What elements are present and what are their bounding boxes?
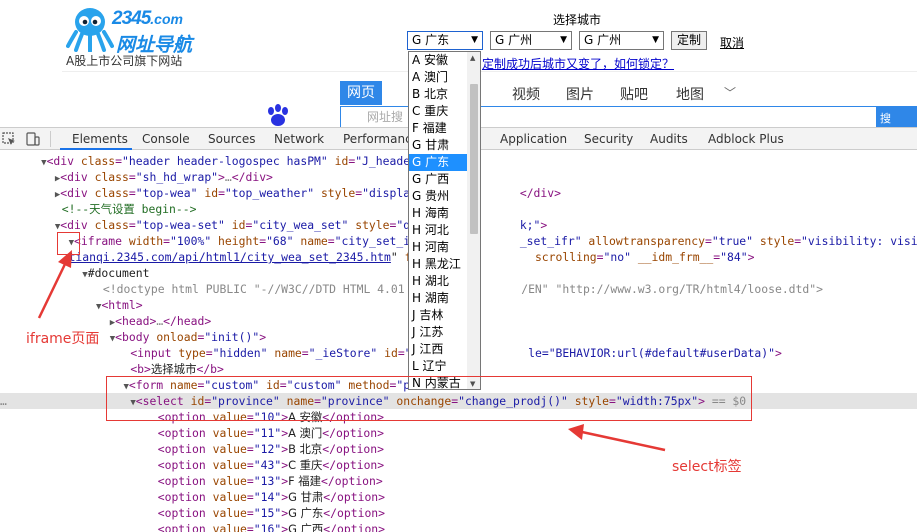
tree-line[interactable]: <option value="15">G 广东</option> bbox=[0, 505, 917, 521]
baidu-paw-icon bbox=[268, 104, 288, 126]
city-select-value: G 广州 bbox=[495, 33, 533, 47]
tree-line[interactable]: <option value="12">B 北京</option> bbox=[0, 441, 917, 457]
county-select-value: G 广州 bbox=[584, 33, 622, 47]
chevron-down-icon: ▼ bbox=[471, 35, 478, 45]
province-option[interactable]: H 海南 bbox=[409, 205, 467, 222]
toolbar-divider bbox=[50, 131, 51, 147]
select-highlight-box bbox=[106, 376, 752, 421]
tab-adblock-plus[interactable]: Adblock Plus bbox=[708, 132, 784, 146]
logo-wordmark[interactable]: 2345.com bbox=[112, 8, 183, 30]
tab-audits[interactable]: Audits bbox=[650, 132, 688, 146]
device-toolbar-icon[interactable] bbox=[26, 132, 40, 146]
chevron-down-icon: ▼ bbox=[652, 35, 659, 45]
province-option[interactable]: J 江苏 bbox=[409, 324, 467, 341]
city-select[interactable]: G 广州 ▼ bbox=[490, 31, 572, 50]
logo-domain: .com bbox=[150, 11, 183, 27]
tab-console[interactable]: Console bbox=[142, 132, 190, 146]
chevron-down-icon[interactable]: ﹀ bbox=[724, 84, 736, 101]
province-option[interactable]: H 湖北 bbox=[409, 273, 467, 290]
province-option[interactable]: L 辽宁 bbox=[409, 358, 467, 375]
chevron-down-icon: ▼ bbox=[560, 35, 567, 45]
province-dropdown-list[interactable]: A 安徽 A 澳门 B 北京 C 重庆 F 福建 G 甘肃 G 广东 G 广西 … bbox=[408, 51, 481, 390]
province-option[interactable]: G 贵州 bbox=[409, 188, 467, 205]
tab-application[interactable]: Application bbox=[500, 132, 567, 146]
cancel-link[interactable]: 取消 bbox=[720, 34, 744, 51]
province-option[interactable]: G 甘肃 bbox=[409, 137, 467, 154]
active-tab-indicator bbox=[60, 148, 132, 150]
tree-line[interactable]: <option value="43">C 重庆</option> bbox=[0, 457, 917, 473]
province-option[interactable]: A 安徽 bbox=[409, 52, 467, 69]
county-select[interactable]: G 广州 ▼ bbox=[579, 31, 664, 50]
province-option[interactable]: H 河南 bbox=[409, 239, 467, 256]
province-option[interactable]: H 湖南 bbox=[409, 290, 467, 307]
weather-city-title: 选择城市 bbox=[553, 13, 602, 27]
province-option[interactable]: F 福建 bbox=[409, 120, 467, 137]
tab-security[interactable]: Security bbox=[584, 132, 633, 146]
octopus-logo-icon bbox=[66, 8, 114, 52]
site-slogan: A股上市公司旗下网站 bbox=[66, 54, 183, 68]
province-option[interactable]: J 吉林 bbox=[409, 307, 467, 324]
nav-tab-images[interactable]: 图片 bbox=[566, 84, 594, 104]
province-option-selected[interactable]: G 广东 bbox=[409, 154, 467, 171]
nav-tab-tieba[interactable]: 贴吧 bbox=[620, 84, 648, 104]
province-option[interactable]: B 北京 bbox=[409, 86, 467, 103]
province-select-value: G 广东 bbox=[412, 33, 450, 47]
lock-city-help-link[interactable]: 定制成功后城市又变了，如何锁定？ bbox=[482, 55, 674, 72]
province-option[interactable]: H 黑龙江 bbox=[409, 256, 467, 273]
province-option[interactable]: A 澳门 bbox=[409, 69, 467, 86]
tab-network[interactable]: Network bbox=[274, 132, 324, 146]
inspect-element-icon[interactable] bbox=[2, 132, 16, 146]
set-city-button[interactable]: 定制 bbox=[671, 31, 707, 50]
province-select[interactable]: G 广东 ▼ bbox=[407, 31, 483, 50]
search-button-label: 搜 bbox=[880, 112, 891, 125]
tree-line[interactable]: <option value="13">F 福建</option> bbox=[0, 473, 917, 489]
iframe-highlight-box bbox=[57, 232, 80, 255]
scroll-up-arrow-icon[interactable]: ▲ bbox=[470, 54, 475, 62]
tree-line[interactable]: <option value="14">G 甘肃</option> bbox=[0, 489, 917, 505]
province-option[interactable]: G 广西 bbox=[409, 171, 467, 188]
nav-tab-webpage[interactable]: 网页 bbox=[340, 81, 382, 105]
province-option[interactable]: J 江西 bbox=[409, 341, 467, 358]
province-option[interactable]: C 重庆 bbox=[409, 103, 467, 120]
nav-tab-video[interactable]: 视频 bbox=[512, 84, 540, 104]
tree-line[interactable]: <option value="11">A 澳门</option> bbox=[0, 425, 917, 441]
nav-tab-map[interactable]: 地图 bbox=[676, 84, 704, 104]
tree-line[interactable]: <option value="16">G 广西</option> bbox=[0, 521, 917, 532]
tab-elements[interactable]: Elements bbox=[72, 132, 128, 146]
select-annotation-label: select标签 bbox=[672, 459, 742, 475]
tab-sources[interactable]: Sources bbox=[208, 132, 255, 146]
dropdown-scrollbar-thumb[interactable] bbox=[470, 84, 478, 234]
iframe-annotation-label: iframe页面 bbox=[26, 331, 100, 347]
province-option[interactable]: H 河北 bbox=[409, 222, 467, 239]
logo-number: 2345 bbox=[112, 8, 151, 29]
